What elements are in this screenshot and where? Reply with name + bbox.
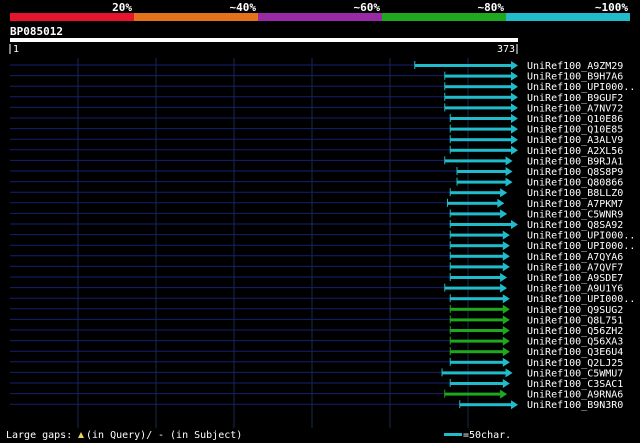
hit-label[interactable]: UniRef100_A7QYA6 (527, 252, 623, 263)
hit-label[interactable]: UniRef100_Q2LJ25 (527, 358, 623, 369)
legend-segment (10, 13, 134, 21)
hit-bar (450, 244, 505, 248)
gaps-query-label: (in Query)/ (86, 430, 152, 441)
hit-label[interactable]: UniRef100_B9H7A6 (527, 72, 623, 83)
hit-label[interactable]: UniRef100_Q8SA92 (527, 220, 623, 231)
hit-label[interactable]: UniRef100_Q80866 (527, 178, 623, 189)
hit-label[interactable]: UniRef100_Q9SUG2 (527, 305, 623, 316)
scale-label: =50char. (463, 430, 511, 441)
legend-label: 20% (112, 1, 132, 14)
hit-bar (450, 329, 505, 332)
hit-bar (450, 117, 513, 120)
hit-bar (450, 265, 505, 269)
hit-label[interactable]: UniRef100_Q8S8P9 (527, 167, 623, 178)
hit-bar (450, 254, 505, 258)
hit-bar (457, 170, 508, 173)
hit-label[interactable]: UniRef100_B9RJA1 (527, 156, 623, 167)
hit-label[interactable]: UniRef100_A7PKM7 (527, 199, 623, 210)
hit-bar (450, 297, 505, 301)
hit-label[interactable]: UniRef100_UPI000.. (527, 82, 635, 93)
hit-label[interactable]: UniRef100_B9N3R0 (527, 400, 623, 411)
hit-label[interactable]: UniRef100_Q10E86 (527, 114, 623, 125)
hit-label[interactable]: UniRef100_C5WNR9 (527, 209, 623, 220)
legend-segment (506, 13, 630, 21)
hit-bar (457, 180, 508, 184)
gaps-subject-label: - (in Subject) (158, 430, 242, 441)
hit-bar (450, 138, 513, 142)
hit-bar (450, 276, 503, 279)
scale-bar (444, 433, 462, 436)
hit-label[interactable]: UniRef100_Q10E85 (527, 125, 623, 136)
hit-label[interactable]: UniRef100_A7QVF7 (527, 262, 623, 273)
hit-label[interactable]: UniRef100_A2XL56 (527, 146, 623, 157)
hit-label[interactable]: UniRef100_UPI000.. (527, 231, 635, 242)
hit-label[interactable]: UniRef100_A3ALV9 (527, 135, 623, 146)
query-name: BP085012 (10, 25, 63, 38)
hit-label[interactable]: UniRef100_UPI000.. (527, 241, 635, 252)
hit-label[interactable]: UniRef100_B8LLZ0 (527, 188, 623, 199)
hit-bar (450, 191, 503, 195)
hit-bar (450, 339, 505, 343)
legend-label: ~40% (230, 1, 257, 14)
hit-bar (447, 201, 500, 205)
hit-bar (442, 371, 508, 375)
hit-bar (444, 286, 503, 290)
legend-segment (134, 13, 258, 21)
legend-label: ~100% (595, 1, 628, 14)
hit-bar (444, 74, 513, 78)
hit-bar (450, 233, 505, 237)
hit-bar (444, 95, 513, 99)
hit-bar (450, 307, 505, 311)
query-bar (10, 38, 518, 42)
hit-label[interactable]: UniRef100_C5WMU7 (527, 368, 623, 379)
query-end-label: 373 (497, 44, 515, 55)
hit-bar (414, 64, 513, 67)
hit-bar (450, 127, 513, 131)
legend-segment (382, 13, 506, 21)
hit-bar (450, 360, 505, 364)
hit-bar (459, 403, 513, 407)
hit-bar (450, 350, 505, 354)
hit-bar (450, 148, 513, 152)
hit-label[interactable]: UniRef100_Q3E6U4 (527, 347, 623, 358)
hit-label[interactable]: UniRef100_A9U1Y6 (527, 284, 623, 295)
hit-bar (444, 392, 503, 396)
hit-label[interactable]: UniRef100_A9SDE7 (527, 273, 623, 284)
alignment-overview: 20% ~40% ~60% ~80% ~100% BP085012 1 373 UniR… (0, 0, 640, 443)
hit-bar (444, 159, 508, 163)
hit-bar (450, 223, 513, 226)
legend-label: ~60% (354, 1, 381, 14)
hit-bar (444, 85, 513, 89)
legend-label: ~80% (478, 1, 505, 14)
hit-label[interactable]: UniRef100_C3SAC1 (527, 379, 623, 390)
hit-label[interactable]: UniRef100_B9GUF2 (527, 93, 623, 104)
hit-label[interactable]: UniRef100_Q56ZH2 (527, 326, 623, 337)
hit-label[interactable]: UniRef100_UPI000.. (527, 294, 635, 305)
hit-bar (450, 382, 505, 385)
hit-label[interactable]: UniRef100_Q56XA3 (527, 337, 623, 348)
query-start-label: 1 (13, 44, 19, 55)
hit-label[interactable]: UniRef100_A9RNA6 (527, 390, 623, 401)
hit-bar (450, 212, 503, 216)
legend-segment (258, 13, 382, 21)
hit-bar (450, 318, 505, 322)
gaps-label: Large gaps: (6, 430, 72, 441)
hit-label[interactable]: UniRef100_Q8L751 (527, 315, 623, 326)
hit-label[interactable]: UniRef100_A9ZM29 (527, 61, 623, 72)
hit-bar (444, 106, 513, 110)
hit-label[interactable]: UniRef100_A7NV72 (527, 103, 623, 114)
